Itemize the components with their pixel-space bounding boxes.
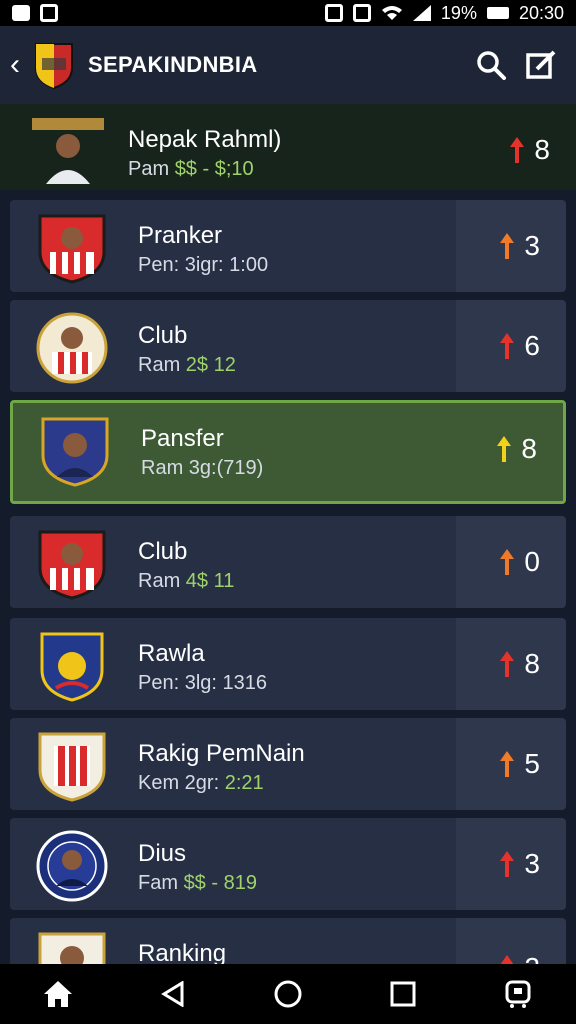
- up-arrow-icon: [500, 549, 515, 575]
- club-crest-icon: [38, 732, 106, 802]
- list-item-name: Dius: [138, 840, 187, 867]
- list-item-sub: Ram 4$ 11: [138, 570, 235, 592]
- list-item-sub: Ram 3g:(719): [141, 457, 264, 479]
- wifi-icon: [381, 6, 402, 20]
- up-arrow-icon: [510, 137, 525, 163]
- up-arrow-icon: [500, 333, 515, 359]
- list-item-sub: Fam $$ - 819: [138, 872, 257, 894]
- up-arrow-icon: [500, 851, 515, 877]
- list-item-name: Rawla: [138, 640, 205, 667]
- nav-recents-button[interactable]: [373, 969, 433, 1019]
- sync-icon: [352, 4, 371, 22]
- list-item-name: Rakig PemNain: [138, 740, 305, 767]
- club-crest-icon: [36, 312, 108, 384]
- battery-icon: [486, 7, 509, 19]
- list-item[interactable]: Nepak Rahml) Pam $$ - $;10 8: [0, 104, 576, 190]
- nav-back-button[interactable]: [143, 969, 203, 1019]
- rank: 0: [500, 546, 540, 578]
- list-item-name: Pranker: [138, 222, 223, 249]
- list-item-name: Pansfer: [141, 425, 224, 452]
- player-avatar: [32, 118, 104, 184]
- club-crest-icon: [38, 530, 106, 600]
- list-item[interactable]: Club Ram 2$ 12 6: [10, 300, 566, 392]
- app-bar: ‹ SEPAKINDNBIA: [0, 26, 576, 104]
- list-item-sub: Pen: 3igr: 1:00: [138, 254, 269, 276]
- rank: 3: [500, 848, 540, 880]
- search-icon: [477, 51, 506, 80]
- assistant-icon: [505, 980, 531, 1008]
- list-item-name: Club: [138, 538, 188, 565]
- club-crest-icon: [41, 417, 109, 487]
- search-button[interactable]: [466, 40, 516, 90]
- circle-icon: [274, 980, 302, 1008]
- rank: 8: [500, 648, 540, 680]
- list-item-sub: Ram 2$ 12: [138, 354, 236, 376]
- list-item[interactable]: Rawla Pen: 3lg: 1316 8: [10, 618, 566, 710]
- rank: 8: [510, 134, 550, 166]
- status-bar: 19% 20:30: [0, 0, 576, 26]
- up-arrow-icon: [500, 233, 515, 259]
- system-nav-bar: [0, 964, 576, 1024]
- battery-percent: 19%: [440, 2, 477, 23]
- club-crest-icon: [38, 214, 106, 284]
- signal-icon: [412, 5, 431, 21]
- rank: 8: [497, 433, 537, 465]
- nav-home-button[interactable]: [258, 969, 318, 1019]
- up-arrow-icon: [500, 651, 515, 677]
- app-notification-icon: [40, 4, 58, 22]
- club-crest-icon: [36, 830, 108, 902]
- list-item[interactable]: Rakig PemNain Kem 2gr: 2:21 5: [10, 718, 566, 810]
- list-item-selected[interactable]: Pansfer Ram 3g:(719) 8: [10, 400, 566, 504]
- back-icon: [160, 981, 184, 1007]
- list-item-sub: Kem 2gr: 2:21: [138, 772, 264, 794]
- rank: 3: [500, 230, 540, 262]
- up-arrow-icon: [500, 751, 515, 777]
- clock: 20:30: [518, 2, 564, 23]
- list-item[interactable]: Club Ram 4$ 11 0: [10, 516, 566, 608]
- home-tab-button[interactable]: [28, 969, 88, 1019]
- home-icon: [43, 981, 72, 1007]
- list-item-name: Nepak Rahml): [128, 126, 282, 153]
- club-crest-icon: [40, 632, 104, 702]
- rank: 6: [500, 330, 540, 362]
- list-item[interactable]: Pranker Pen: 3igr: 1:00 3: [10, 200, 566, 292]
- back-button[interactable]: ‹: [10, 48, 32, 82]
- edit-icon: [526, 50, 556, 79]
- list-item-sub: Pam $$ - $;10: [128, 158, 254, 180]
- rank: 5: [500, 748, 540, 780]
- gear-icon: [324, 4, 343, 22]
- list-item[interactable]: Dius Fam $$ - 819 3: [10, 818, 566, 910]
- square-icon: [390, 981, 416, 1007]
- notification-icon: [12, 5, 30, 21]
- app-logo-icon: [35, 43, 73, 90]
- edit-button[interactable]: [516, 40, 566, 90]
- list-item-name: Club: [138, 322, 188, 349]
- nav-assistant-button[interactable]: [488, 969, 548, 1019]
- up-arrow-icon: [497, 436, 512, 462]
- list-item-sub: Pen: 3lg: 1316: [138, 672, 268, 694]
- app-title: SEPAKINDNBIA: [88, 52, 258, 77]
